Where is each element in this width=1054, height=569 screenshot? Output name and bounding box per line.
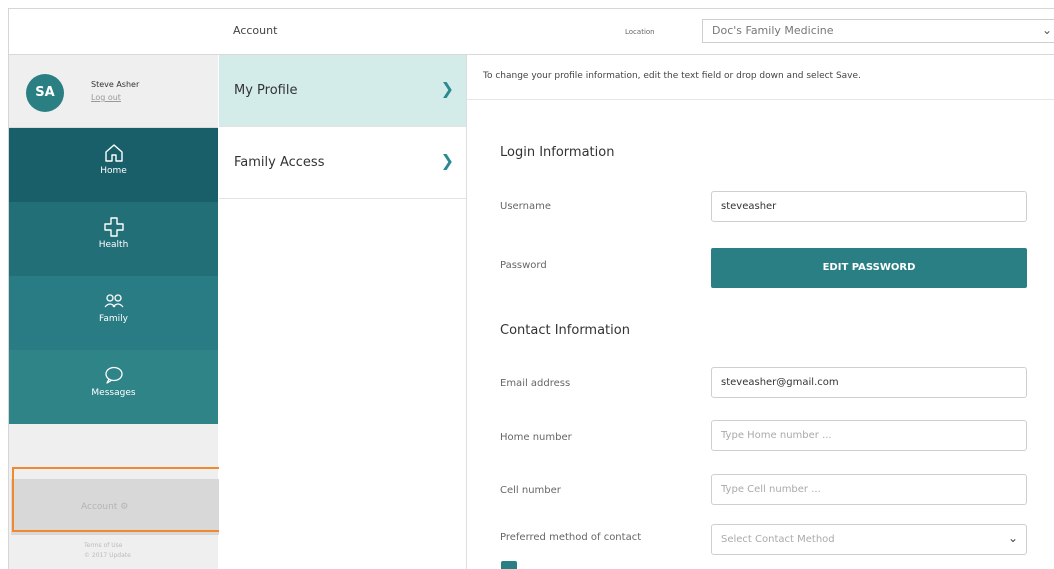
preferred-contact-label: Preferred method of contact: [500, 532, 642, 543]
cell-number-field[interactable]: Type Cell number ...: [711, 474, 1027, 505]
breadcrumb: Account: [233, 24, 278, 37]
highlight-outline: [12, 467, 236, 532]
avatar[interactable]: SA: [26, 74, 64, 112]
login-section-title: Login Information: [500, 145, 615, 160]
sidebar-item-label: Home: [100, 166, 127, 176]
sidebar-item-family[interactable]: Family: [9, 276, 218, 350]
home-icon: [104, 144, 123, 162]
logout-link[interactable]: Log out: [91, 93, 121, 102]
home-number-label: Home number: [500, 432, 572, 443]
location-select[interactable]: Doc's Family Medicine ⌄: [702, 19, 1054, 43]
sidebar-item-messages[interactable]: Messages: [9, 350, 218, 424]
cross-icon: [103, 217, 124, 237]
username-label: Username: [500, 201, 551, 212]
menu-item-label: Family Access: [234, 155, 325, 170]
account-menu: My Profile ❯ Family Access ❯: [219, 55, 467, 569]
top-bar: Account Location Doc's Family Medicine ⌄: [9, 9, 1054, 55]
sidebar-item-label: Messages: [91, 388, 136, 398]
sidebar: SA Steve Asher Log out Home Health Famil…: [9, 55, 237, 569]
home-number-field[interactable]: Type Home number ...: [711, 420, 1027, 451]
email-field[interactable]: steveasher@gmail.com: [711, 367, 1027, 398]
chat-icon: [104, 366, 123, 384]
menu-item-family-access[interactable]: Family Access ❯: [219, 127, 466, 199]
preferred-contact-select[interactable]: Select Contact Method ⌄: [711, 524, 1027, 555]
menu-item-my-profile[interactable]: My Profile ❯: [219, 55, 466, 127]
location-label: Location: [625, 28, 655, 36]
user-name: Steve Asher: [91, 80, 140, 89]
sidebar-item-health[interactable]: Health: [9, 202, 218, 276]
footer-copyright: © 2017 Update: [84, 552, 131, 559]
people-icon: [104, 294, 123, 308]
chevron-right-icon: ❯: [440, 79, 454, 98]
menu-item-label: My Profile: [234, 83, 298, 98]
profile-form: To change your profile information, edit…: [467, 55, 1054, 569]
chevron-right-icon: ❯: [440, 151, 454, 170]
edit-password-button[interactable]: EDIT PASSWORD: [711, 248, 1027, 288]
chevron-down-icon: ⌄: [1041, 23, 1052, 37]
password-label: Password: [500, 260, 547, 271]
instruction-text: To change your profile information, edit…: [467, 55, 1054, 100]
user-panel: SA Steve Asher Log out: [9, 55, 218, 128]
chevron-down-icon: ⌄: [1007, 531, 1018, 545]
sidebar-item-label: Health: [98, 240, 129, 250]
app-window: Account Location Doc's Family Medicine ⌄…: [8, 8, 1054, 569]
cell-number-label: Cell number: [500, 485, 561, 496]
preferred-contact-value: Select Contact Method: [721, 534, 835, 545]
contact-section-title: Contact Information: [500, 323, 630, 338]
sidebar-item-label: Family: [99, 314, 128, 324]
username-field[interactable]: steveasher: [711, 191, 1027, 222]
location-value: Doc's Family Medicine: [712, 24, 834, 37]
footer-terms[interactable]: Terms of Use: [84, 542, 122, 549]
email-label: Email address: [500, 378, 571, 389]
sidebar-item-home[interactable]: Home: [9, 128, 218, 202]
